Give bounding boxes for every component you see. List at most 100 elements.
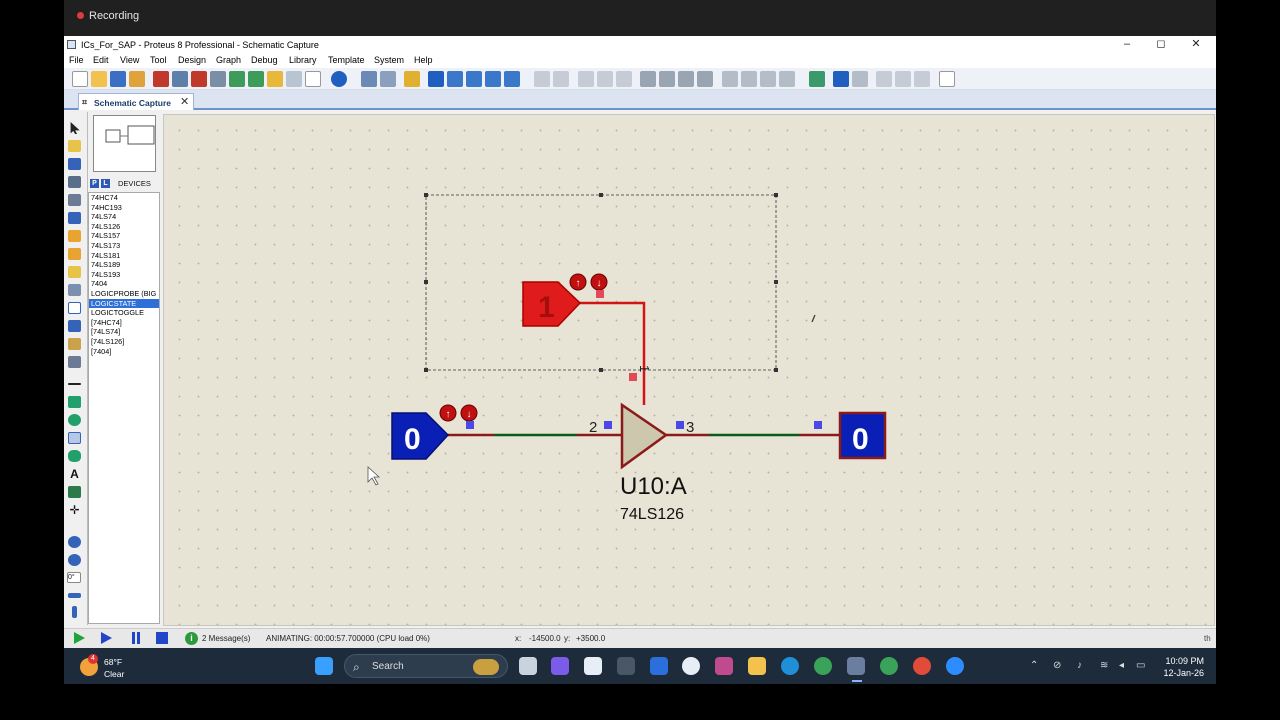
import-icon[interactable] [129,71,145,87]
new-file-icon[interactable] [72,71,88,87]
schematic-icon[interactable] [172,71,188,87]
wire-label-mode-icon[interactable] [68,176,81,188]
zoom-out-icon[interactable] [466,71,482,87]
weather-widget[interactable]: 4 68°F Clear [80,654,150,680]
mirror-x-icon[interactable] [68,593,81,598]
device-pins-mode-icon[interactable] [68,266,81,278]
menu-edit[interactable]: Edit [93,55,109,65]
new-sheet-icon[interactable] [876,71,892,87]
voltage-probe-icon[interactable] [68,338,81,350]
wire-autorouter-icon[interactable] [809,71,825,87]
maximize-button[interactable]: ◻ [1144,37,1178,52]
menu-library[interactable]: Library [289,55,317,65]
text-tool-icon[interactable]: A [68,468,81,480]
virtual-instruments-icon[interactable] [68,356,81,368]
tab-close-icon[interactable]: ✕ [180,95,189,108]
device-item[interactable]: 74LS157 [89,231,159,241]
help-icon[interactable] [331,71,347,87]
remove-sheet-icon[interactable] [895,71,911,87]
refresh-icon[interactable] [361,71,377,87]
device-item[interactable]: 74LS193 [89,270,159,280]
3d-icon[interactable] [229,71,245,87]
menu-system[interactable]: System [374,55,404,65]
menu-view[interactable]: View [120,55,139,65]
notes-app-icon[interactable] [650,657,668,675]
open-folder-icon[interactable] [91,71,107,87]
device-item[interactable]: 74LS74 [89,212,159,222]
gerber-icon[interactable] [210,71,226,87]
bom-icon[interactable] [248,71,264,87]
symbol-tool-icon[interactable] [68,486,81,498]
circle-tool-icon[interactable] [68,414,81,426]
overview-preview[interactable] [93,115,156,172]
block-rotate-icon[interactable] [678,71,694,87]
exit-to-parent-icon[interactable] [914,71,930,87]
wifi-icon[interactable]: ≋ [1100,660,1108,671]
snip-icon[interactable] [715,657,733,675]
task-view-icon[interactable] [519,657,537,675]
selection-handle[interactable] [599,368,603,372]
notes-icon[interactable] [305,71,321,87]
source-code-icon[interactable] [286,71,302,87]
block-move-icon[interactable] [659,71,675,87]
path-tool-icon[interactable] [68,450,81,462]
chrome-alt-icon[interactable] [913,657,931,675]
device-item[interactable]: [74LS126] [89,337,159,347]
menu-help[interactable]: Help [414,55,433,65]
zoom-app-icon[interactable] [946,657,964,675]
undo-icon[interactable] [534,71,550,87]
junction-mode-icon[interactable] [68,158,81,170]
origin-icon[interactable] [404,71,420,87]
info-icon[interactable]: i [185,632,198,645]
device-item[interactable]: 74HC74 [89,193,159,203]
selection-handle[interactable] [599,193,603,197]
tristate-buffer[interactable] [620,402,669,470]
copilot-icon[interactable] [551,657,569,675]
design-explorer-icon[interactable] [267,71,283,87]
block-delete-icon[interactable] [697,71,713,87]
zoom-in-icon[interactable] [447,71,463,87]
property-tool-icon[interactable] [852,71,868,87]
selection-handle[interactable] [424,193,428,197]
decompose-icon[interactable] [779,71,795,87]
buses-mode-icon[interactable] [68,212,81,224]
selection-handle[interactable] [774,368,778,372]
pcb-icon[interactable] [191,71,207,87]
search-tag-icon[interactable] [833,71,849,87]
tray-mic-icon[interactable]: ♪ [1077,660,1082,671]
stop-icon[interactable] [156,632,168,644]
volume-icon[interactable]: ◂ [1119,660,1124,671]
file-explorer-icon[interactable] [748,657,766,675]
selection-handle[interactable] [424,280,428,284]
device-item[interactable]: [7404] [89,347,159,357]
start-windows-icon[interactable] [315,657,333,675]
device-item[interactable]: 74LS189 [89,260,159,270]
library-manager-button[interactable]: L [101,179,110,188]
device-item[interactable]: 74HC193 [89,203,159,213]
cut-icon[interactable] [578,71,594,87]
selection-handle[interactable] [774,193,778,197]
device-item[interactable]: 7404 [89,279,159,289]
menu-tool[interactable]: Tool [150,55,167,65]
messages-count[interactable]: 2 Message(s) [202,634,250,643]
netlist-icon[interactable] [939,71,955,87]
play-icon[interactable] [74,632,85,644]
menu-debug[interactable]: Debug [251,55,278,65]
packaging-icon[interactable] [760,71,776,87]
device-item-selected[interactable]: LOGICSTATE [89,298,159,309]
marker-tool-icon[interactable]: ✛ [68,504,81,516]
selection-handle[interactable] [424,368,428,372]
pause-icon[interactable] [132,632,135,644]
subcircuit-mode-icon[interactable] [68,230,81,242]
redo-icon[interactable] [553,71,569,87]
menu-template[interactable]: Template [328,55,365,65]
device-item[interactable]: [74HC74] [89,318,159,328]
google-icon[interactable] [682,657,700,675]
line-tool-icon[interactable] [68,383,81,385]
device-item[interactable]: LOGICPROBE (BIG [89,289,159,299]
battery-icon[interactable]: ▭ [1136,660,1145,671]
device-item[interactable]: LOGICTOGGLE [89,308,159,318]
home-icon[interactable] [153,71,169,87]
system-clock[interactable]: 10:09 PM 12-Jan-26 [1154,655,1204,679]
menu-file[interactable]: File [69,55,84,65]
